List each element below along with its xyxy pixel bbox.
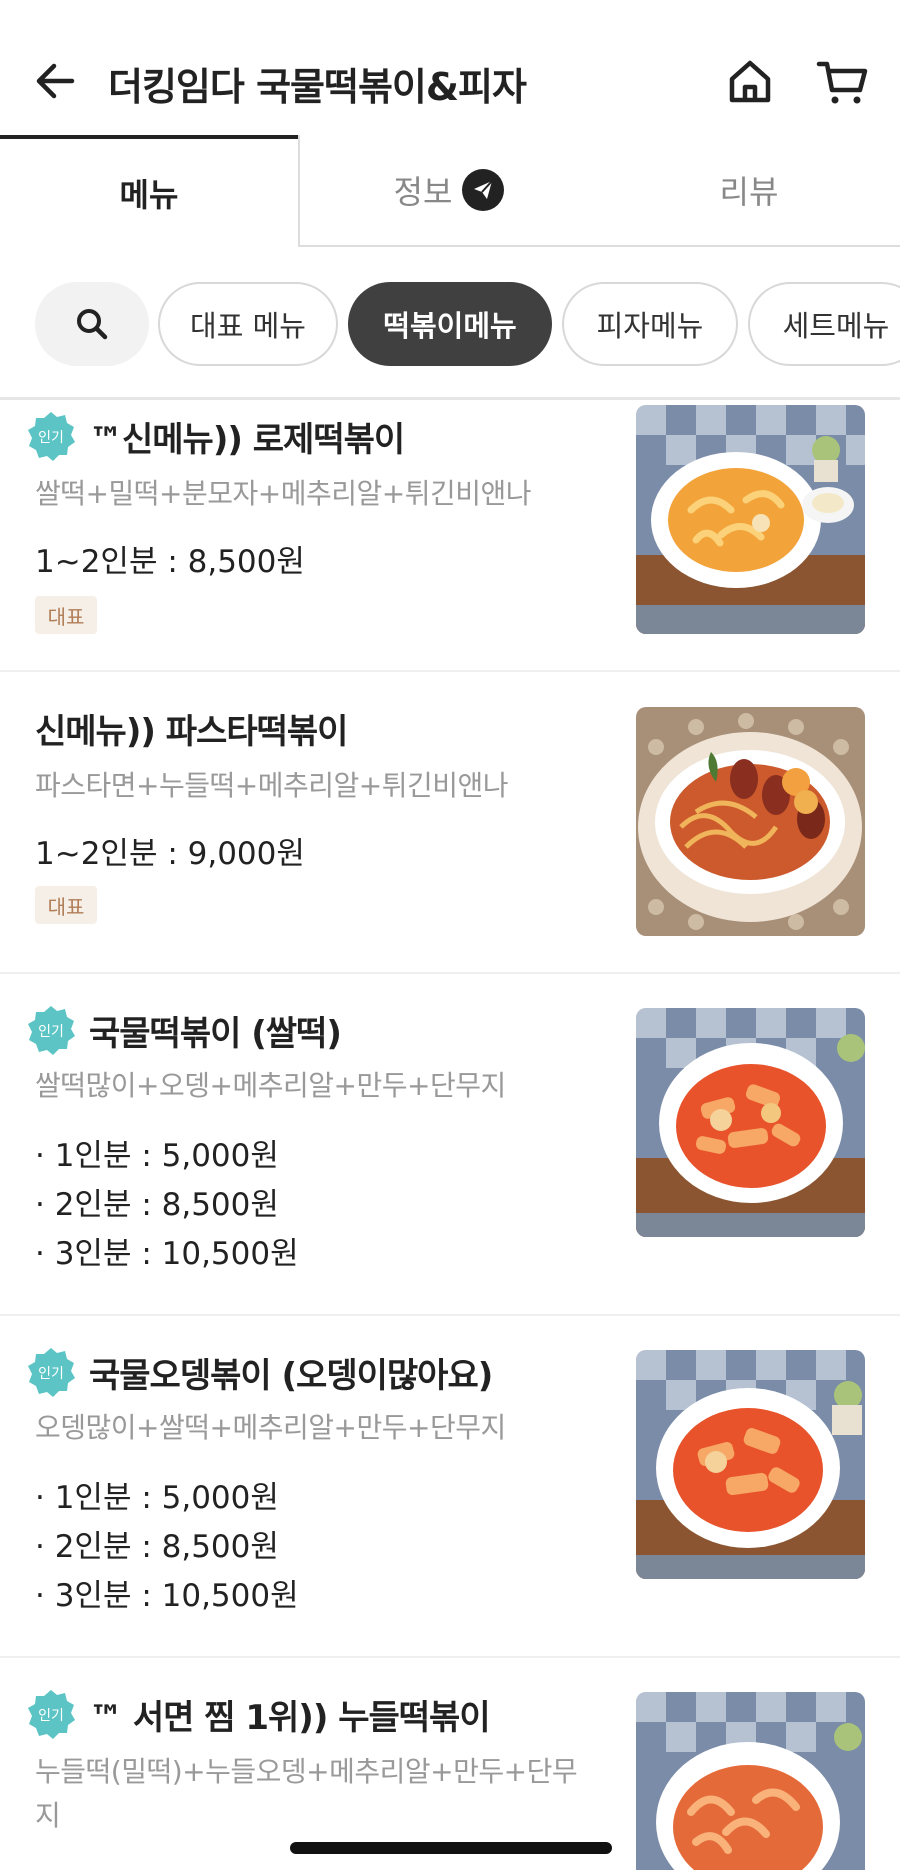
home-button[interactable] (724, 56, 776, 108)
tab-review-label: 리뷰 (719, 173, 779, 211)
item-name: 신메뉴)) 파스타떡볶이 (35, 712, 348, 752)
item-price: · 1인분 : 5,000원 (35, 1138, 279, 1174)
svg-text:인기: 인기 (38, 430, 64, 446)
store-title: 더킹임다 국물떡볶이&피자 (108, 65, 527, 109)
item-description: 쌀떡+밀떡+분모자+메추리알+튀긴비앤나 (35, 477, 532, 510)
item-description: 파스타면+누들떡+메추리알+튀긴비앤나 (35, 769, 509, 802)
chip-representative-menu[interactable]: 대표 메뉴 (158, 282, 338, 366)
item-name: ™ 서면 찜 1위)) 누들떡볶이 (89, 1697, 491, 1738)
home-icon (729, 60, 771, 103)
menu-item-pasta-tteokbokki[interactable]: 신메뉴)) 파스타떡볶이 파스타면+누들떡+메추리알+튀긴비앤나 1~2인분 :… (0, 672, 900, 972)
odeng-bokki-photo (636, 1350, 865, 1579)
chip-label: 떡볶이메뉴 (383, 309, 517, 343)
chip-set-menu[interactable]: 세트메뉴 (748, 282, 900, 366)
tab-review[interactable]: 리뷰 (598, 135, 900, 247)
popular-badge: 인기 (28, 412, 75, 461)
item-name: 국물떡볶이 (쌀떡) (89, 1013, 342, 1054)
menu-item-rose-tteokbokki[interactable]: 인기 ™신메뉴)) 로제떡볶이 쌀떡+밀떡+분모자+메추리알+튀긴비앤나 1~2… (0, 400, 900, 670)
popular-badge: 인기 (28, 1348, 75, 1397)
item-price: 1~2인분 : 8,500원 (35, 544, 305, 580)
tab-menu[interactable]: 메뉴 (0, 135, 298, 247)
item-title-row: 인기 국물오뎅볶이 (오뎅이많아요) (25, 1346, 493, 1398)
item-title-row: 신메뉴)) 파스타떡볶이 (35, 704, 348, 753)
popular-badge: 인기 (28, 1006, 75, 1055)
tab-info-label: 정보 (393, 173, 453, 211)
item-title-row: 인기 ™신메뉴)) 로제떡볶이 (25, 410, 405, 462)
svg-text:인기: 인기 (38, 1024, 64, 1040)
item-name: ™신메뉴)) 로제떡볶이 (89, 419, 405, 460)
noodle-tteokbokki-photo (636, 1692, 865, 1870)
pasta-tteokbokki-photo (636, 707, 865, 936)
cart-button[interactable] (815, 56, 871, 108)
item-description: 오뎅많이+쌀떡+메추리알+만두+단무지 (35, 1411, 506, 1444)
item-price: · 2인분 : 8,500원 (35, 1187, 279, 1223)
menu-item-noodle-tteokbokki[interactable]: 인기 ™ 서면 찜 1위)) 누들떡볶이 누들떡(밀떡)+누들오뎅+메추리알+만… (0, 1658, 900, 1870)
item-name: 국물오뎅볶이 (오뎅이많아요) (89, 1355, 493, 1396)
item-description: 누들떡(밀떡)+누들오뎅+메추리알+만두+단무지 (35, 1755, 578, 1832)
chip-tteokbokki-menu[interactable]: 떡볶이메뉴 (348, 282, 552, 366)
item-price: · 1인분 : 5,000원 (35, 1480, 279, 1516)
chip-label: 세트메뉴 (782, 309, 890, 343)
rose-tteokbokki-photo (636, 405, 865, 634)
item-price: · 3인분 : 10,500원 (35, 1578, 299, 1614)
menu-item-soup-tteokbokki[interactable]: 인기 국물떡볶이 (쌀떡) 쌀떡많이+오뎅+메추리알+만두+단무지 · 1인분 … (0, 974, 900, 1314)
representative-tag: 대표 (35, 596, 97, 634)
top-app-bar: 더킹임다 국물떡볶이&피자 (0, 0, 900, 135)
svg-text:인기: 인기 (38, 1708, 64, 1724)
menu-item-soup-odeng-bokki[interactable]: 인기 국물오뎅볶이 (오뎅이많아요) 오뎅많이+쌀떡+메추리알+만두+단무지 ·… (0, 1316, 900, 1656)
item-price: · 3인분 : 10,500원 (35, 1236, 299, 1272)
chip-pizza-menu[interactable]: 피자메뉴 (562, 282, 738, 366)
item-price: · 2인분 : 8,500원 (35, 1529, 279, 1565)
search-icon (77, 309, 108, 340)
svg-text:인기: 인기 (38, 1366, 64, 1382)
cart-icon (816, 61, 868, 104)
arrow-left-icon (36, 63, 75, 99)
store-tabs: 메뉴 정보 리뷰 (0, 135, 900, 247)
representative-tag: 대표 (35, 886, 97, 924)
tab-menu-label: 메뉴 (119, 176, 179, 214)
category-chip-bar: 대표 메뉴 떡볶이메뉴 피자메뉴 세트메뉴 (0, 282, 900, 366)
item-title-row: 인기 국물떡볶이 (쌀떡) (25, 1004, 342, 1056)
item-description: 쌀떡많이+오뎅+메추리알+만두+단무지 (35, 1069, 506, 1102)
item-price: 1~2인분 : 9,000원 (35, 836, 305, 872)
soup-tteokbokki-photo (636, 1008, 865, 1237)
home-indicator (290, 1842, 612, 1854)
send-badge-icon (462, 169, 505, 211)
chip-label: 대표 메뉴 (190, 309, 306, 343)
item-title-row: 인기 ™ 서면 찜 1위)) 누들떡볶이 (25, 1688, 491, 1740)
back-button[interactable] (30, 55, 82, 107)
tab-info[interactable]: 정보 (298, 135, 598, 247)
popular-badge: 인기 (28, 1690, 75, 1739)
chip-label: 피자메뉴 (596, 309, 704, 343)
menu-search-button[interactable] (35, 282, 149, 366)
